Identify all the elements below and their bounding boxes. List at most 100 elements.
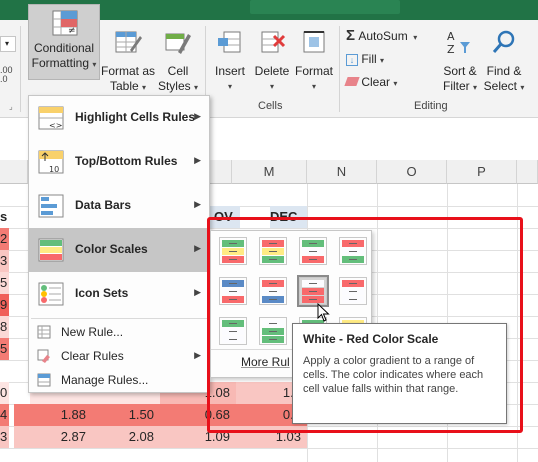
sort-filter-button[interactable]: A Z Sort & Filter ▾: [437, 24, 483, 100]
menu-item-label: Highlight Cells Rules: [75, 110, 196, 124]
magnifier-icon: [492, 30, 515, 53]
decrease-decimal-button[interactable]: .00 .0: [0, 66, 13, 84]
data-bars-icon: [38, 194, 64, 218]
cell-fragment[interactable]: 2: [0, 228, 9, 250]
title-bar-highlight: [250, 0, 400, 14]
menu-item-new-rule[interactable]: New Rule...: [29, 321, 209, 343]
insert-chevron-icon: ▾: [227, 82, 232, 91]
dialog-launcher-icon[interactable]: ⌟: [9, 102, 13, 111]
delete-button[interactable]: Delete ▾: [252, 24, 292, 100]
conditional-formatting-label-1: Conditional: [33, 41, 95, 55]
cell-fragment[interactable]: 8: [0, 316, 9, 338]
column-header-L[interactable]: [210, 160, 232, 184]
chevron-down-icon: ▾: [411, 33, 418, 42]
format-as-table-button[interactable]: Format as Table ▾: [100, 24, 156, 100]
find-select-label-1: Find &: [486, 64, 522, 78]
autosum-label: AutoSum: [358, 29, 408, 43]
highlight-cells-icon: <>: [38, 106, 64, 130]
submenu-arrow-icon: ▶: [194, 243, 201, 253]
highlight-annotation-box: [207, 217, 523, 433]
cell-fragment[interactable]: 9: [0, 294, 9, 316]
fill-button[interactable]: ↓ Fill ▾: [346, 50, 384, 68]
table-cell[interactable]: 2.08: [92, 426, 160, 448]
format-as-table-label-2: Table ▾: [109, 79, 147, 93]
column-header-O[interactable]: O: [377, 160, 447, 184]
svg-text:≠: ≠: [68, 26, 76, 36]
manage-rules-icon: [37, 373, 51, 387]
clear-rules-icon: [37, 349, 50, 363]
submenu-arrow-icon: ▶: [194, 199, 201, 209]
color-scales-icon: [38, 238, 64, 262]
format-button[interactable]: Format ▾: [293, 24, 335, 100]
cell-fragment[interactable]: 0: [0, 382, 9, 404]
header-cell-fragment[interactable]: s: [0, 206, 14, 228]
cell-fragment[interactable]: 3: [0, 250, 9, 272]
chevron-down-icon: ▾: [380, 56, 385, 65]
format-label: Format: [294, 64, 333, 78]
table-cell[interactable]: 1.50: [92, 404, 160, 426]
clear-label: Clear: [361, 75, 391, 89]
svg-text:Z: Z: [447, 43, 455, 56]
column-header-N[interactable]: N: [307, 160, 377, 184]
number-format-dropdown[interactable]: ▾: [0, 36, 16, 52]
insert-cells-icon: [218, 31, 241, 53]
cell-styles-icon: [165, 33, 191, 54]
chevron-down-icon: ▾: [393, 79, 398, 88]
icon-sets-icon: [38, 282, 64, 306]
svg-text:10: 10: [49, 165, 59, 174]
cells-group-label: Cells: [258, 100, 283, 112]
fill-label: Fill: [361, 52, 377, 66]
menu-item-clear-rules[interactable]: Clear Rules ▶: [29, 345, 209, 367]
menu-item-label: Manage Rules...: [61, 373, 149, 387]
menu-item-color-scales[interactable]: Color Scales ▶: [29, 228, 209, 272]
submenu-arrow-icon: ▶: [194, 111, 201, 121]
clear-button[interactable]: Clear ▾: [344, 73, 398, 91]
find-select-label-2: Select ▾: [483, 79, 525, 93]
table-cell[interactable]: 2.87: [14, 426, 92, 448]
format-cells-icon: [303, 31, 325, 53]
sort-filter-label-1: Sort &: [443, 64, 477, 78]
menu-separator: [31, 318, 207, 319]
menu-item-manage-rules[interactable]: Manage Rules...: [29, 369, 209, 391]
menu-item-label: New Rule...: [61, 325, 124, 339]
group-separator: [339, 26, 340, 112]
cell-fragment[interactable]: 3: [0, 426, 9, 448]
cell-styles-button[interactable]: Cell Styles ▾: [156, 24, 200, 100]
column-header-P[interactable]: P: [447, 160, 517, 184]
format-chevron-icon: ▾: [311, 82, 316, 91]
cell-styles-label-1: Cell: [167, 64, 189, 78]
sigma-icon: Σ: [346, 27, 356, 44]
menu-item-top-bottom-rules[interactable]: 10 Top/Bottom Rules ▶: [29, 140, 209, 184]
menu-item-label: Top/Bottom Rules: [75, 154, 178, 168]
new-rule-icon: [37, 325, 51, 339]
column-header-Q[interactable]: [517, 160, 538, 184]
delete-chevron-icon: ▾: [269, 82, 274, 91]
eraser-icon: [344, 77, 360, 86]
menu-item-label: Clear Rules: [61, 349, 124, 363]
sort-filter-icon: A Z: [447, 30, 470, 56]
submenu-arrow-icon: ▶: [194, 350, 201, 360]
fill-down-icon: ↓: [346, 54, 358, 66]
conditional-formatting-icon: ≠: [52, 10, 78, 36]
menu-item-label: Data Bars: [75, 198, 132, 212]
insert-label: Insert: [214, 64, 245, 78]
delete-cells-icon: [261, 31, 286, 53]
find-select-button[interactable]: Find & Select ▾: [481, 24, 527, 100]
submenu-arrow-icon: ▶: [194, 155, 201, 165]
cell-fragment[interactable]: 4: [0, 404, 9, 426]
autosum-button[interactable]: Σ AutoSum ▾: [346, 27, 417, 45]
cell-fragment[interactable]: 5: [0, 272, 9, 294]
column-header-M[interactable]: M: [232, 160, 307, 184]
insert-button[interactable]: Insert ▾: [210, 24, 250, 100]
conditional-formatting-label-2: Formatting ▾: [31, 56, 97, 70]
group-separator: [20, 26, 21, 112]
column-header-left[interactable]: [0, 160, 28, 184]
cell-fragment[interactable]: 5: [0, 338, 9, 360]
format-as-table-label-1: Format as: [100, 64, 155, 78]
table-cell[interactable]: 1.88: [14, 404, 92, 426]
conditional-formatting-button[interactable]: ≠ Conditional Formatting ▾: [28, 4, 100, 80]
submenu-arrow-icon: ▶: [194, 287, 201, 297]
menu-item-highlight-cells-rules[interactable]: <> Highlight Cells Rules ▶: [29, 96, 209, 140]
menu-item-data-bars[interactable]: Data Bars ▶: [29, 184, 209, 228]
menu-item-icon-sets[interactable]: Icon Sets ▶: [29, 272, 209, 316]
